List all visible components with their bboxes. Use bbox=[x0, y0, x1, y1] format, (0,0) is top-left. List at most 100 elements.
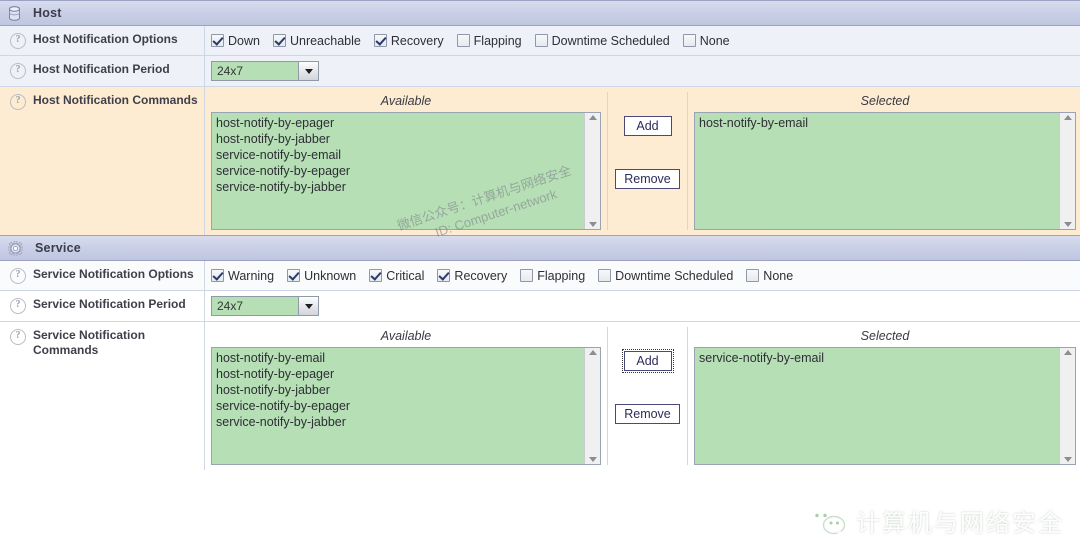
checkbox-label: Downtime Scheduled bbox=[615, 268, 734, 283]
checkbox-label: Flapping bbox=[473, 33, 522, 48]
checkbox-box[interactable] bbox=[211, 34, 224, 47]
help-icon[interactable]: ? bbox=[10, 329, 26, 345]
scroll-up-icon[interactable] bbox=[1063, 350, 1072, 355]
add-button[interactable]: Add bbox=[623, 116, 672, 136]
checkbox-downtime-scheduled[interactable]: Downtime Scheduled bbox=[534, 34, 670, 48]
period-select[interactable]: 24x7 bbox=[211, 61, 319, 81]
checkbox-none[interactable]: None bbox=[746, 269, 793, 283]
help-icon[interactable]: ? bbox=[10, 63, 26, 79]
list-item[interactable]: host-notify-by-email bbox=[699, 115, 1059, 131]
checkbox-down[interactable]: Down bbox=[211, 34, 260, 48]
help-icon[interactable]: ? bbox=[10, 268, 26, 284]
checkbox-box[interactable] bbox=[369, 269, 383, 282]
checkbox-group: Down Unreachable Recovery Flapping Downtime … bbox=[211, 34, 743, 48]
row-host-notification-period: ? Host Notification Period 24x7 bbox=[0, 56, 1080, 87]
scroll-up-icon[interactable] bbox=[1063, 115, 1072, 120]
checkbox-box[interactable] bbox=[211, 269, 224, 282]
checkbox-box[interactable] bbox=[437, 269, 451, 282]
checkbox-warning[interactable]: Warning bbox=[211, 269, 274, 283]
list-item[interactable]: service-notify-by-epager bbox=[216, 163, 584, 179]
chevron-down-icon[interactable] bbox=[298, 62, 318, 80]
available-column: Available host-notify-by-email host-notify… bbox=[211, 327, 601, 465]
scroll-down-icon[interactable] bbox=[588, 222, 597, 227]
selected-scrollbar[interactable] bbox=[1059, 113, 1075, 229]
checkbox-box[interactable] bbox=[682, 34, 696, 47]
checkbox-box[interactable] bbox=[287, 269, 301, 282]
checkbox-critical[interactable]: Critical bbox=[369, 269, 424, 283]
list-item[interactable]: host-notify-by-epager bbox=[216, 366, 584, 382]
checkbox-label: Recovery bbox=[454, 268, 508, 283]
available-items: host-notify-by-epager host-notify-by-jabb… bbox=[212, 113, 584, 229]
section-header-host: Host bbox=[0, 0, 1080, 26]
period-select[interactable]: 24x7 bbox=[211, 296, 319, 316]
help-icon[interactable]: ? bbox=[10, 298, 26, 314]
checkbox-box[interactable] bbox=[272, 34, 286, 47]
checkbox-box[interactable] bbox=[598, 269, 612, 282]
checkbox-recovery[interactable]: Recovery bbox=[437, 269, 507, 283]
checkbox-unreachable[interactable]: Unreachable bbox=[272, 34, 361, 48]
selected-scrollbar[interactable] bbox=[1059, 348, 1075, 464]
available-scrollbar[interactable] bbox=[584, 113, 600, 229]
section-header-service: Service bbox=[0, 235, 1080, 261]
scroll-up-icon[interactable] bbox=[588, 350, 597, 355]
list-item[interactable]: service-notify-by-email bbox=[699, 350, 1059, 366]
checkbox-box[interactable] bbox=[373, 34, 387, 47]
list-item[interactable]: service-notify-by-email bbox=[216, 147, 584, 163]
chevron-down-icon[interactable] bbox=[298, 297, 318, 315]
checkbox-box[interactable] bbox=[746, 269, 760, 282]
row-service-notification-options: ? Service Notification Options Warning Unkn… bbox=[0, 261, 1080, 291]
label-host-notification-commands: ? Host Notification Commands bbox=[0, 87, 205, 235]
label-service-notification-commands: ? Service Notification Commands bbox=[0, 322, 205, 470]
selected-caption: Selected bbox=[860, 94, 910, 108]
scroll-up-icon[interactable] bbox=[588, 115, 597, 120]
help-icon[interactable]: ? bbox=[10, 94, 26, 110]
checkbox-label: Down bbox=[228, 33, 260, 48]
available-listbox[interactable]: host-notify-by-epager host-notify-by-jabb… bbox=[211, 112, 601, 230]
checkbox-label: Critical bbox=[386, 268, 425, 283]
scroll-down-icon[interactable] bbox=[1063, 222, 1072, 227]
checkbox-box[interactable] bbox=[520, 269, 534, 282]
list-item[interactable]: host-notify-by-email bbox=[216, 350, 584, 366]
field-host-notification-commands: Available host-notify-by-epager host-notif… bbox=[205, 87, 1080, 235]
checkbox-label: Warning bbox=[228, 268, 275, 283]
scroll-down-icon[interactable] bbox=[1063, 457, 1072, 462]
checkbox-downtime-scheduled[interactable]: Downtime Scheduled bbox=[598, 269, 733, 283]
remove-button[interactable]: Remove bbox=[615, 169, 680, 189]
checkbox-box[interactable] bbox=[456, 34, 470, 47]
list-item[interactable]: host-notify-by-jabber bbox=[216, 131, 584, 147]
row-service-notification-period: ? Service Notification Period 24x7 bbox=[0, 291, 1080, 322]
available-caption: Available bbox=[380, 94, 432, 108]
checkbox-box[interactable] bbox=[534, 34, 548, 47]
scroll-down-icon[interactable] bbox=[588, 457, 597, 462]
section-title: Host bbox=[33, 6, 62, 20]
label-service-notification-period: ? Service Notification Period bbox=[0, 291, 205, 321]
checkbox-none[interactable]: None bbox=[682, 34, 730, 48]
selected-listbox[interactable]: host-notify-by-email bbox=[694, 112, 1076, 230]
checkbox-label: Recovery bbox=[390, 33, 444, 48]
row-label-text: Host Notification Commands bbox=[33, 93, 198, 107]
selected-listbox[interactable]: service-notify-by-email bbox=[694, 347, 1076, 465]
field-host-notification-options: Down Unreachable Recovery Flapping Downtime … bbox=[205, 26, 1080, 55]
row-label-text: Service Notification Commands bbox=[33, 328, 146, 357]
watermark-logo-text: 计算机与网络安全 bbox=[856, 510, 1064, 537]
remove-button[interactable]: Remove bbox=[615, 404, 680, 424]
gear-icon bbox=[7, 240, 24, 256]
row-label-text: Service Notification Options bbox=[33, 267, 194, 281]
checkbox-recovery[interactable]: Recovery bbox=[373, 33, 444, 48]
checkbox-flapping[interactable]: Flapping bbox=[456, 33, 522, 48]
list-item[interactable]: host-notify-by-epager bbox=[216, 115, 584, 131]
help-icon[interactable]: ? bbox=[10, 33, 26, 49]
notification-settings-page: Host? Host Notification Options Down Unreac… bbox=[0, 0, 1080, 552]
list-item[interactable]: service-notify-by-epager bbox=[216, 398, 584, 414]
checkbox-label: Unknown bbox=[304, 268, 357, 283]
checkbox-unknown[interactable]: Unknown bbox=[287, 269, 356, 283]
checkbox-flapping[interactable]: Flapping bbox=[520, 269, 585, 283]
list-item[interactable]: service-notify-by-jabber bbox=[216, 179, 584, 195]
list-item[interactable]: service-notify-by-jabber bbox=[216, 414, 584, 430]
available-scrollbar[interactable] bbox=[584, 348, 600, 464]
list-item[interactable]: host-notify-by-jabber bbox=[216, 382, 584, 398]
add-button[interactable]: Add bbox=[621, 349, 674, 373]
row-host-notification-commands: ? Host Notification Commands Available host… bbox=[0, 87, 1080, 235]
available-listbox[interactable]: host-notify-by-email host-notify-by-epage… bbox=[211, 347, 601, 465]
available-caption: Available bbox=[380, 329, 432, 343]
